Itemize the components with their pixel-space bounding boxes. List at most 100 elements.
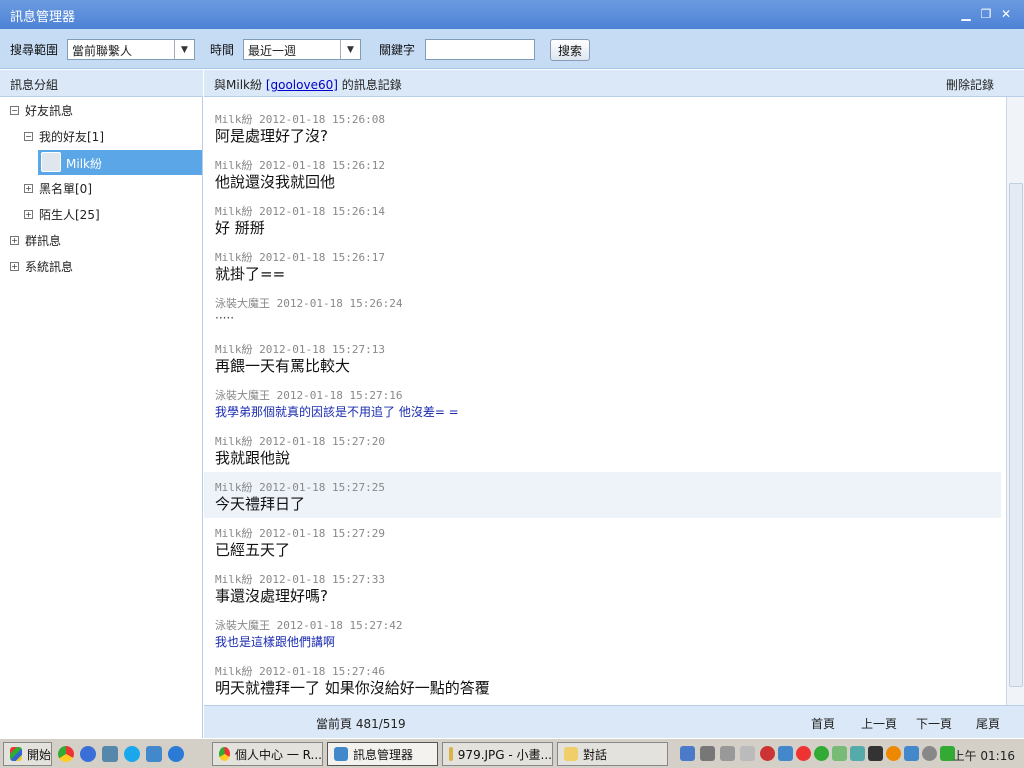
time-value: 最近一週 [248, 44, 297, 58]
tray-app-icon[interactable] [778, 746, 793, 761]
explorer-icon[interactable] [102, 746, 118, 762]
skype-icon[interactable] [124, 746, 140, 762]
minimize-icon[interactable]: ▁ [958, 6, 974, 22]
scope-select[interactable]: 當前聯繫人 ▼ [67, 39, 195, 60]
message-text: 他說還沒我就回他 [215, 173, 336, 191]
message-item: Milk紛 2012-01-18 15:27:20 我就跟他說 [204, 426, 1001, 472]
scrollbar-thumb[interactable] [1009, 183, 1023, 687]
taskbar-item-paint[interactable]: 979.JPG - 小畫... [442, 742, 553, 766]
message-item: 泳裝大魔王 2012-01-18 15:27:16 我學弟那個就真的因該是不用追… [204, 380, 1001, 426]
keyword-input[interactable] [425, 39, 535, 60]
tray-app-icon[interactable] [922, 746, 937, 761]
tree-label: 陌生人[25] [39, 207, 100, 222]
time-label: 時間 [210, 43, 235, 57]
chevron-down-icon[interactable]: ▼ [174, 40, 194, 59]
delete-record-button[interactable]: 刪除記錄 [946, 76, 994, 93]
header-suffix: 的訊息記錄 [341, 78, 402, 92]
collapse-icon[interactable]: − [10, 105, 19, 115]
tray-app-icon[interactable] [680, 746, 695, 761]
collapse-icon[interactable]: − [24, 131, 33, 141]
title-bar: 訊息管理器 ▁ ❐ ✕ [0, 0, 1024, 29]
header-prefix: 與Milk紛 [214, 78, 262, 92]
tray-app-icon[interactable] [760, 746, 775, 761]
pager-bar: 當前頁 481/519 首頁 上一頁 下一頁 尾頁 [204, 705, 1024, 738]
tray-app-icon[interactable] [720, 746, 735, 761]
contact-name: Milk紛 [66, 157, 102, 171]
media-player-icon[interactable] [80, 746, 96, 762]
expand-icon[interactable]: + [24, 209, 33, 219]
tree-label: 好友訊息 [25, 103, 74, 118]
sidebar-header: 訊息分組 [0, 70, 203, 97]
message-text: 我就跟他說 [215, 449, 291, 467]
next-page-button[interactable]: 下一頁 [916, 715, 952, 732]
message-item: Milk紛 2012-01-18 15:26:12 他說還沒我就回他 [204, 150, 1001, 196]
message-item: Milk紛 2012-01-18 15:27:46 明天就禮拜一了 如果你沒給好… [204, 656, 1001, 702]
search-toolbar: 搜尋範圍 當前聯繫人 ▼ 時間 最近一週 ▼ 關鍵字 搜索 [0, 29, 1024, 69]
message-text: 已經五天了 [215, 541, 291, 559]
message-text: 就掛了== [215, 265, 286, 283]
message-text: 再餵一天有罵比較大 [215, 357, 351, 375]
qq-icon[interactable] [796, 746, 811, 761]
message-time: 2012-01-18 15:27:16 [276, 389, 403, 402]
message-meta: 泳裝大魔王 2012-01-18 15:26:24 [215, 295, 402, 311]
taskbar-item-message-manager[interactable]: 訊息管理器 [327, 742, 438, 766]
expand-icon[interactable]: + [10, 235, 19, 245]
tree-item-groups[interactable]: + 群訊息 [10, 229, 61, 251]
search-button[interactable]: 搜索 [550, 39, 590, 61]
prev-page-button[interactable]: 上一頁 [861, 715, 897, 732]
tray-app-icon[interactable] [832, 746, 847, 761]
messenger-icon[interactable] [146, 746, 162, 762]
time-select[interactable]: 最近一週 ▼ [243, 39, 361, 60]
tree-item-my-friends[interactable]: − 我的好友[1] [24, 125, 104, 147]
last-page-button[interactable]: 尾頁 [976, 715, 1000, 732]
contact-id-link[interactable]: [goolove60] [266, 78, 338, 92]
tree-item-strangers[interactable]: + 陌生人[25] [24, 203, 100, 225]
tray-app-icon[interactable] [814, 746, 829, 761]
message-text: 我學弟那個就真的因該是不用追了 他沒差= = [215, 405, 459, 419]
message-item: Milk紛 2012-01-18 15:26:08 阿是處理好了沒? [204, 104, 1001, 150]
message-text: 事還沒處理好嗎? [215, 587, 328, 605]
taskbar-item-folder[interactable]: 對話 [557, 742, 668, 766]
chrome-icon[interactable] [58, 746, 74, 762]
tray-app-icon[interactable] [700, 746, 715, 761]
tray-app-icon[interactable] [904, 746, 919, 761]
tray-app-icon[interactable] [886, 746, 901, 761]
tray-app-icon[interactable] [850, 746, 865, 761]
message-sender: 泳裝大魔王 [215, 389, 270, 402]
tree-item-friends[interactable]: − 好友訊息 [10, 99, 73, 121]
message-time: 2012-01-18 15:26:24 [276, 297, 403, 310]
first-page-button[interactable]: 首頁 [811, 715, 835, 732]
windows-logo-icon [10, 747, 22, 761]
message-time: 2012-01-18 15:27:42 [276, 619, 403, 632]
tray-app-icon[interactable] [740, 746, 755, 761]
maximize-icon[interactable]: ❐ [978, 6, 994, 22]
keyword-label: 關鍵字 [379, 43, 416, 57]
window-title: 訊息管理器 [10, 10, 76, 25]
page-indicator: 當前頁 481/519 [316, 717, 406, 731]
message-sender: 泳裝大魔王 [215, 619, 270, 632]
chevron-down-icon[interactable]: ▼ [340, 40, 360, 59]
vertical-scrollbar[interactable] [1006, 97, 1024, 705]
taskbar-label: 對話 [583, 747, 608, 762]
tree-item-system[interactable]: + 系統訊息 [10, 255, 73, 277]
message-text: 明天就禮拜一了 如果你沒給好一點的答覆 [215, 679, 490, 697]
taskbar-item-chrome[interactable]: 個人中心 一 R... [212, 742, 323, 766]
close-icon[interactable]: ✕ [998, 6, 1014, 22]
message-item: Milk紛 2012-01-18 15:27:13 再餵一天有罵比較大 [204, 334, 1001, 380]
chat-header-title: 與Milk紛 [goolove60] 的訊息記錄 [214, 76, 402, 93]
start-button[interactable]: 開始 [3, 742, 52, 766]
paint-icon [449, 747, 453, 761]
expand-icon[interactable]: + [10, 261, 19, 271]
message-item-hover: Milk紛 2012-01-18 15:27:25 今天禮拜日了 [204, 472, 1001, 518]
tree-item-contact-selected[interactable]: Milk紛 [38, 150, 202, 175]
tree-label: 黑名單[0] [39, 181, 92, 196]
tray-app-icon[interactable] [868, 746, 883, 761]
message-item: 泳裝大魔王 2012-01-18 15:27:42 我也是這樣跟他們講啊 [204, 610, 1001, 656]
expand-icon[interactable]: + [24, 183, 33, 193]
scope-label: 搜尋範圍 [10, 43, 59, 57]
message-text: 我也是這樣跟他們講啊 [215, 635, 336, 649]
tree-item-blacklist[interactable]: + 黑名單[0] [24, 177, 92, 199]
ie-icon[interactable] [168, 746, 184, 762]
message-item: Milk紛 2012-01-18 15:27:33 事還沒處理好嗎? [204, 564, 1001, 610]
chat-header: 與Milk紛 [goolove60] 的訊息記錄 刪除記錄 [204, 70, 1024, 97]
